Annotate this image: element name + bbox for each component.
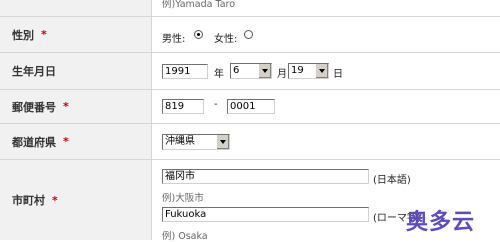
birth-year-unit: 年 — [214, 69, 224, 80]
postal-value-cell: 819 - 0001 — [152, 90, 500, 123]
required-mark: * — [63, 135, 69, 148]
city-japanese-hint: 例)大阪市 — [162, 193, 204, 204]
city-roman-input[interactable]: Fukuoka — [162, 207, 369, 222]
chevron-down-icon[interactable] — [216, 135, 229, 149]
gender-male-label: 男性: — [162, 34, 186, 45]
birth-month-value: 6 — [233, 65, 240, 76]
birth-month-unit: 月 — [277, 69, 287, 80]
chevron-down-icon[interactable] — [258, 64, 271, 78]
registration-form: 例)Yamada Taro 性別 * 男性: 女性: 生年月日 1991 年 6… — [0, 0, 500, 242]
postal-label: 郵便番号 — [12, 100, 56, 114]
required-mark: * — [63, 100, 69, 113]
birth-month-select[interactable]: 6 — [230, 63, 272, 79]
required-mark: * — [52, 193, 58, 207]
postal-label-cell: 郵便番号 * — [0, 90, 152, 123]
prefecture-label: 都道府県 — [12, 135, 56, 149]
name-label-cell — [0, 0, 152, 16]
prefecture-value: 沖縄県 — [165, 136, 195, 147]
birth-day-unit: 日 — [333, 69, 343, 80]
gender-male-radio[interactable] — [194, 30, 203, 39]
city-label-cell: 市町村 * — [0, 160, 152, 240]
gender-value-cell: 男性: 女性: — [152, 17, 500, 52]
postal-separator: - — [214, 99, 218, 110]
city-label: 市町村 — [12, 194, 45, 207]
prefecture-label-cell: 都道府県 * — [0, 124, 152, 159]
birth-day-value: 19 — [291, 65, 304, 76]
birth-day-select[interactable]: 19 — [288, 63, 329, 79]
prefecture-row: 都道府県 * 沖縄県 — [0, 124, 500, 160]
gender-female-radio[interactable] — [244, 30, 253, 39]
watermark-logo: 奥多云 — [406, 210, 476, 235]
birthdate-label-cell: 生年月日 — [0, 53, 152, 89]
postal-row: 郵便番号 * 819 - 0001 — [0, 90, 500, 124]
birthdate-value-cell: 1991 年 6 月 19 日 — [152, 53, 500, 89]
birthdate-row: 生年月日 1991 年 6 月 19 日 — [0, 53, 500, 90]
gender-label: 性別 — [12, 28, 34, 42]
prefecture-value-cell: 沖縄県 — [152, 124, 500, 159]
postal-code-part1-input[interactable]: 819 — [162, 99, 204, 114]
city-japanese-input[interactable]: 福冈市 — [162, 169, 369, 184]
gender-row: 性別 * 男性: 女性: — [0, 17, 500, 53]
city-japanese-note: (日本語) — [373, 175, 411, 186]
name-value-cell: 例)Yamada Taro — [152, 0, 500, 16]
prefecture-select[interactable]: 沖縄県 — [162, 134, 230, 150]
required-mark: * — [41, 28, 47, 41]
gender-label-cell: 性別 * — [0, 17, 152, 52]
birthdate-label: 生年月日 — [12, 65, 56, 78]
name-hint: 例)Yamada Taro — [162, 0, 236, 10]
birth-year-input[interactable]: 1991 — [162, 64, 208, 79]
postal-code-part2-input[interactable]: 0001 — [227, 99, 275, 114]
chevron-down-icon[interactable] — [315, 64, 328, 78]
name-row: 例)Yamada Taro — [0, 0, 500, 17]
gender-female-label: 女性: — [214, 34, 238, 45]
